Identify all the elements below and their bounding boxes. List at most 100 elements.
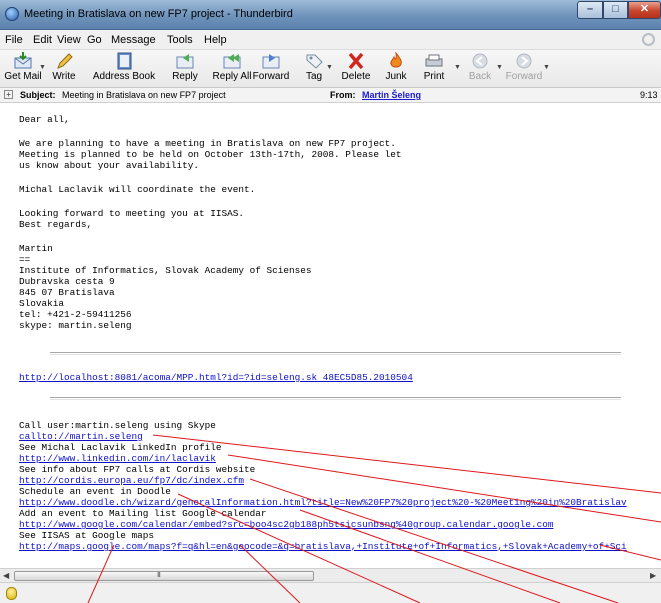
delete-button[interactable]: Delete <box>338 51 374 87</box>
scrollbar-grip: III <box>157 572 161 579</box>
google-maps-link[interactable]: http://maps.google.com/maps?f=q&hl=en&ge… <box>19 541 627 552</box>
back-button[interactable]: Back <box>465 51 495 87</box>
action-text: See Michal Laclavik LinkedIn profile <box>19 442 222 453</box>
close-button[interactable]: ✕ <box>628 1 661 19</box>
get-mail-button[interactable]: Get Mail <box>2 51 44 87</box>
delete-label: Delete <box>341 71 371 82</box>
status-bar <box>0 582 661 603</box>
body-line: Best regards, <box>19 219 93 230</box>
tag-label: Tag <box>305 71 323 82</box>
print-button[interactable]: Print <box>419 51 449 87</box>
signature-line: skype: martin.seleng <box>19 320 132 331</box>
back-dropdown-icon[interactable]: ▼ <box>496 64 503 71</box>
tag-icon <box>306 54 323 69</box>
signature-line: tel: +421-2-59411256 <box>19 309 132 320</box>
title-bar: Meeting in Bratislava on new FP7 project… <box>0 0 661 30</box>
window-title: Meeting in Bratislava on new FP7 project… <box>24 8 293 20</box>
write-button[interactable]: Write <box>46 51 82 87</box>
forward-nav-dropdown-icon[interactable]: ▼ <box>543 64 550 71</box>
get-mail-label: Get Mail <box>4 71 42 82</box>
signature-line: Dubravska cesta 9 <box>19 276 115 287</box>
signature-line: Institute of Informatics, Slovak Academy… <box>19 265 312 276</box>
action-text: See info about FP7 calls at Cordis websi… <box>19 464 256 475</box>
forward-icon <box>262 54 280 69</box>
cordis-link[interactable]: http://cordis.europa.eu/fp7/dc/index.cfm <box>19 475 244 486</box>
menu-edit[interactable]: Edit <box>33 34 52 46</box>
get-mail-dropdown-icon[interactable]: ▼ <box>39 64 46 71</box>
signature-line: Slovakia <box>19 298 65 309</box>
body-line: Looking forward to meeting you at IISAS. <box>19 208 245 219</box>
signature-line: == <box>19 254 31 265</box>
signature-line: 845 07 Bratislava <box>19 287 115 298</box>
tag-button[interactable]: Tag <box>300 51 328 87</box>
from-sender-link[interactable]: Martin Šeleng <box>362 90 421 100</box>
horizontal-scrollbar[interactable]: ◀ III ▶ <box>0 568 661 582</box>
menu-bar: File Edit View Go Message Tools Help <box>0 30 661 50</box>
forward-nav-button[interactable]: Forward <box>504 51 544 87</box>
reply-all-icon <box>223 54 241 69</box>
main-toolbar: Get Mail ▼ Write Address Book Reply Repl… <box>0 50 661 88</box>
body-line: us know about your availability. <box>19 160 200 171</box>
divider <box>50 352 621 355</box>
message-time: 9:13 <box>640 90 658 100</box>
print-label: Print <box>423 71 445 82</box>
address-book-button[interactable]: Address Book <box>88 51 160 87</box>
message-body: Dear all, We are planning to have a meet… <box>0 103 661 568</box>
menu-help[interactable]: Help <box>204 34 227 46</box>
subject-label: Subject: <box>20 90 56 100</box>
thunderbird-app-icon[interactable] <box>5 7 19 21</box>
doodle-link[interactable]: http://www.doodle.ch/wizard/generalInfor… <box>19 497 627 508</box>
divider <box>50 397 621 400</box>
write-label: Write <box>52 71 76 82</box>
action-text: See IISAS at Google maps <box>19 530 155 541</box>
acoma-link[interactable]: http://localhost:8081/acoma/MPP.html?id=… <box>19 372 413 383</box>
print-dropdown-icon[interactable]: ▼ <box>454 64 461 71</box>
signature-line: Martin <box>19 243 53 254</box>
from-label: From: <box>330 90 356 100</box>
subject-value: Meeting in Bratislava on new FP7 project <box>62 90 226 100</box>
scroll-left-icon[interactable]: ◀ <box>3 571 9 580</box>
junk-flame-icon <box>390 52 402 68</box>
menu-tools[interactable]: Tools <box>167 34 193 46</box>
reply-icon <box>176 54 194 69</box>
action-text: Schedule an event in Doodle <box>19 486 171 497</box>
menu-view[interactable]: View <box>57 34 81 46</box>
menu-go[interactable]: Go <box>87 34 102 46</box>
address-book-label: Address Book <box>92 71 156 82</box>
expand-header-icon[interactable]: + <box>4 90 13 99</box>
maximize-button[interactable]: □ <box>603 1 628 19</box>
action-text: Call user:martin.seleng using Skype <box>19 420 216 431</box>
delete-icon <box>348 52 364 70</box>
forward-nav-label: Forward <box>505 71 543 82</box>
linkedin-link[interactable]: http://www.linkedin.com/in/laclavik <box>19 453 216 464</box>
forward-arrow-icon <box>516 53 532 69</box>
address-book-icon <box>117 52 132 70</box>
junk-button[interactable]: Junk <box>381 51 411 87</box>
junk-label: Junk <box>385 71 407 82</box>
pencil-icon <box>57 53 73 69</box>
reply-button[interactable]: Reply <box>167 51 203 87</box>
back-arrow-icon <box>472 53 488 69</box>
menu-message[interactable]: Message <box>111 34 156 46</box>
action-text: Add an event to Mailing list Google cale… <box>19 508 267 519</box>
tag-dropdown-icon[interactable]: ▼ <box>326 64 333 71</box>
activity-throbber-icon <box>642 33 655 46</box>
body-line: We are planning to have a meeting in Bra… <box>19 138 396 149</box>
online-status-icon[interactable] <box>6 587 17 600</box>
menu-file[interactable]: File <box>5 34 23 46</box>
scroll-right-icon[interactable]: ▶ <box>650 571 656 580</box>
body-line: Michal Laclavik will coordinate the even… <box>19 184 256 195</box>
greeting: Dear all, <box>19 114 70 125</box>
forward-button[interactable]: Forward <box>250 51 292 87</box>
get-mail-icon <box>14 52 32 69</box>
reply-label: Reply <box>172 71 198 82</box>
printer-icon <box>425 54 443 67</box>
google-calendar-link[interactable]: http://www.google.com/calendar/embed?src… <box>19 519 553 530</box>
body-line: Meeting is planned to be held on October… <box>19 149 402 160</box>
minimize-button[interactable]: – <box>577 1 603 19</box>
forward-label: Forward <box>252 71 290 82</box>
message-header: + Subject: Meeting in Bratislava on new … <box>0 88 661 103</box>
scrollbar-thumb[interactable]: III <box>14 571 314 581</box>
skype-call-link[interactable]: callto://martin.seleng <box>19 431 143 442</box>
back-label: Back <box>468 71 492 82</box>
